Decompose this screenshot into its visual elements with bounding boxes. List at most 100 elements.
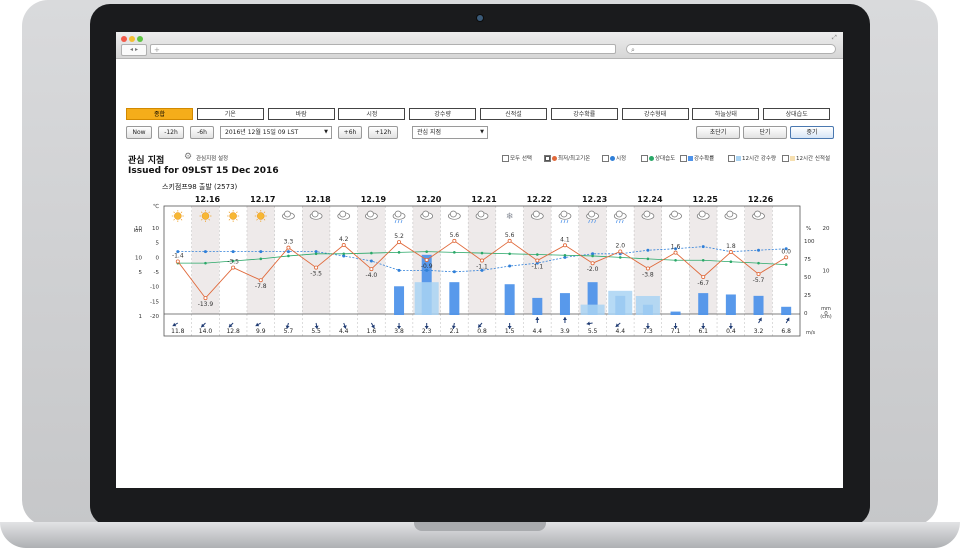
temperature-point bbox=[673, 250, 678, 255]
temperature-point bbox=[424, 257, 429, 262]
temperature-label: -1.1 bbox=[531, 264, 543, 271]
humidity-point bbox=[397, 251, 401, 254]
humidity-point bbox=[204, 261, 207, 265]
sun-ray bbox=[236, 211, 238, 214]
visibility-point bbox=[259, 250, 263, 254]
date-label: 12.16 bbox=[195, 195, 221, 204]
wind-speed-label: 2.3 bbox=[422, 328, 432, 335]
temperature-label: -5.7 bbox=[753, 277, 765, 284]
sun-ray bbox=[173, 211, 175, 214]
sun-ray bbox=[228, 211, 231, 214]
temperature-label: 4.1 bbox=[560, 236, 570, 243]
cloud-puff bbox=[560, 210, 568, 218]
wind-speed-label: 14.0 bbox=[199, 328, 213, 335]
browser-window: ◂ ▸ + ⌕ ⤢ 종합 기온 바람 시정 강수량 신적설 강수확률 강수형태 하늘상태 상대습도… bbox=[116, 32, 843, 488]
sun-icon bbox=[229, 212, 237, 220]
wind-speed-label: 4.4 bbox=[615, 328, 625, 335]
wind-arrow-icon bbox=[535, 317, 540, 323]
wind-speed-label: 1.6 bbox=[367, 328, 377, 335]
mm-tick-label: 10 bbox=[823, 269, 830, 275]
temperature-label: -3.8 bbox=[642, 271, 654, 278]
wind-speed-label: 7.3 bbox=[643, 328, 653, 335]
humidity-point bbox=[508, 252, 511, 256]
temperature-point bbox=[507, 238, 512, 243]
visibility-point bbox=[286, 250, 290, 254]
humidity-point bbox=[701, 258, 705, 262]
temperature-point bbox=[452, 238, 457, 243]
wind-speed-label: 0.4 bbox=[726, 328, 736, 335]
humidity-point bbox=[563, 253, 567, 257]
wind-speed-label: 12.8 bbox=[226, 328, 240, 335]
precip-prob-bar bbox=[449, 282, 460, 315]
wind-speed-label: 2.1 bbox=[450, 328, 460, 335]
visibility-point bbox=[757, 248, 761, 252]
cloud-puff bbox=[339, 210, 347, 218]
camera bbox=[477, 15, 483, 21]
wind-arrow-head bbox=[785, 317, 790, 322]
wind-unit-label: m/s bbox=[806, 330, 816, 336]
pct-tick-label: 0 bbox=[804, 311, 808, 317]
wind-speed-label: 9.9 bbox=[256, 328, 266, 335]
temperature-label: -1.1 bbox=[476, 264, 488, 271]
date-label: 12.26 bbox=[748, 195, 774, 204]
km-tick-label: 10 bbox=[135, 226, 142, 232]
wind-arrow-icon bbox=[562, 317, 567, 323]
humidity-point bbox=[425, 250, 428, 253]
temperature-point bbox=[562, 243, 567, 248]
cloud-puff bbox=[394, 210, 402, 218]
temperature-point bbox=[645, 266, 650, 271]
wind-speed-label: 11.8 bbox=[171, 328, 185, 335]
temperature-label: -4.0 bbox=[366, 272, 378, 279]
rain-drop bbox=[394, 219, 397, 224]
wind-speed-label: 5.5 bbox=[588, 328, 598, 335]
pct-tick-label: 75 bbox=[804, 257, 811, 263]
cloud-puff bbox=[643, 210, 651, 218]
pct-tick-label: 25 bbox=[804, 293, 811, 299]
date-label: 12.17 bbox=[250, 195, 275, 204]
rain-drop bbox=[563, 219, 566, 224]
precip-prob-bar bbox=[670, 311, 681, 315]
temperature-label: -0.9 bbox=[421, 263, 433, 270]
wind-arrow-icon bbox=[255, 322, 262, 327]
temperature-label: -13.9 bbox=[198, 301, 214, 308]
mm-unit-label: mm bbox=[821, 306, 831, 312]
sun-ray bbox=[180, 211, 183, 214]
humidity-point bbox=[591, 254, 594, 258]
temp-tick-label: -10 bbox=[150, 285, 159, 291]
wind-arrow-icon bbox=[586, 321, 593, 326]
wind-speed-label: 3.2 bbox=[754, 328, 764, 335]
temperature-point bbox=[341, 243, 346, 248]
humidity-point bbox=[784, 263, 788, 266]
cloud-puff bbox=[367, 210, 374, 218]
temp-tick-label: 0 bbox=[156, 255, 160, 261]
sun-ray bbox=[236, 218, 238, 221]
sun-ray bbox=[180, 218, 183, 221]
precip-prob-bar bbox=[698, 293, 709, 315]
humidity-point bbox=[453, 251, 456, 254]
cloud-puff bbox=[532, 210, 540, 218]
temperature-label: 0.0 bbox=[781, 248, 791, 255]
wind-speed-label: 4.4 bbox=[339, 328, 349, 335]
visibility-point bbox=[508, 264, 512, 268]
precip-prob-bar bbox=[781, 306, 792, 315]
wind-speed-label: 3.9 bbox=[560, 328, 570, 335]
pct-unit-label: % bbox=[806, 226, 811, 232]
rain-amount-bar bbox=[580, 304, 605, 315]
cloud-puff bbox=[311, 210, 319, 218]
wind-speed-label: 7.1 bbox=[671, 328, 681, 335]
cm-unit-label: (cm) bbox=[820, 314, 832, 320]
cloud-puff bbox=[754, 210, 761, 218]
temperature-label: -3.5 bbox=[227, 259, 239, 266]
cloud-puff bbox=[477, 210, 485, 218]
sun-ray bbox=[173, 218, 175, 221]
temperature-point bbox=[618, 249, 623, 254]
rain-drop bbox=[397, 219, 400, 224]
precip-prob-bar bbox=[725, 294, 736, 315]
humidity-point bbox=[757, 261, 760, 265]
rain-drop bbox=[400, 219, 403, 224]
km-tick-label: 10 bbox=[135, 255, 142, 261]
wind-arrow-head bbox=[535, 317, 540, 320]
km-tick-label: 1 bbox=[139, 314, 143, 320]
date-label: 12.22 bbox=[527, 195, 552, 204]
precip-prob-bar bbox=[753, 295, 764, 315]
